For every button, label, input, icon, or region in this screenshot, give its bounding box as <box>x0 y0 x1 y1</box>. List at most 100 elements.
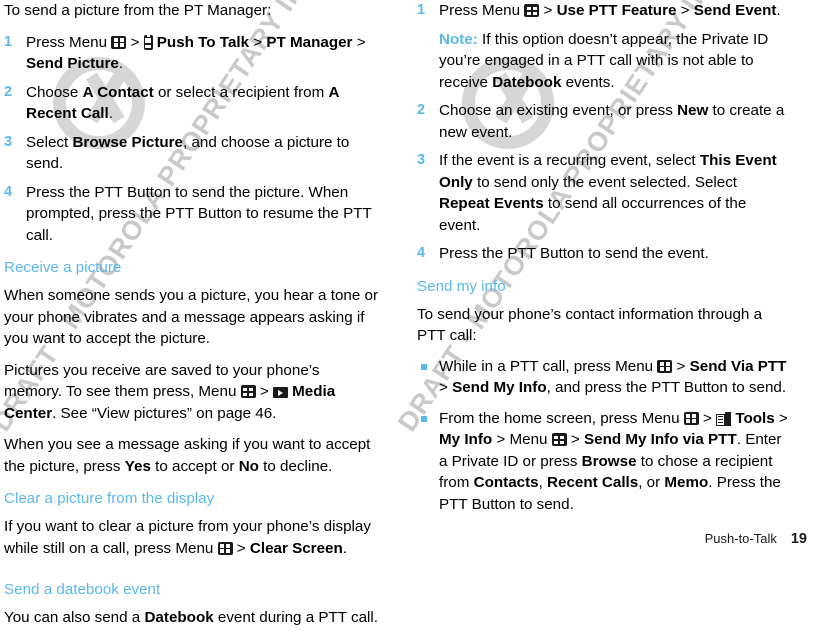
emphasis-text: Send My Info <box>452 379 547 396</box>
body-text: , or <box>638 474 665 491</box>
heading-receive-a-picture: Receive a picture <box>4 259 122 276</box>
body-text: > <box>774 409 788 427</box>
step-number: 4 <box>4 183 13 200</box>
tools-icon <box>716 411 732 426</box>
body-text: . <box>776 2 781 19</box>
body-text: > <box>352 33 366 51</box>
emphasis-text: A Contact <box>82 83 154 101</box>
emphasis-text: Yes <box>124 457 151 475</box>
bullet-marker <box>421 363 427 370</box>
numbered-step: 4 Press the PTT Button to send the pictur… <box>4 182 378 247</box>
menu-icon <box>111 35 127 49</box>
numbered-step: 3 If the event is a recurring event, sele… <box>417 150 791 236</box>
send-my-info-bullets: While in a PTT call, press Menu > Send V… <box>417 356 791 516</box>
receive-paragraph-1: When someone sends you a picture, you he… <box>4 287 379 347</box>
bullet-item: From the home screen, press Menu > Tools… <box>417 408 791 516</box>
body-text: > <box>566 431 584 448</box>
body-text: . <box>108 105 113 122</box>
emphasis-text: Contacts <box>473 474 539 491</box>
heading-send-my-info: Send my info <box>417 277 506 295</box>
body-text: > <box>539 2 557 19</box>
step-text: Choose an existing event, or press New t… <box>439 102 784 141</box>
bullet-item: While in a PTT call, press Menu > Send V… <box>417 356 791 399</box>
step-number: 3 <box>417 152 426 168</box>
footer-page-number: 19 <box>790 531 807 547</box>
push-to-talk-phone-icon <box>143 34 153 50</box>
step-number: 3 <box>4 133 13 150</box>
numbered-step: 2 Choose A Contact or select a recipient … <box>4 82 378 125</box>
body-text: From the home screen, press Menu <box>439 409 684 427</box>
right-column: 1 Press Menu > Use PTT Feature > Send Eve… <box>417 0 791 524</box>
right-steps-list: 1 Press Menu > Use PTT Feature > Send Eve… <box>417 0 791 265</box>
emphasis-text: Datebook <box>144 609 214 626</box>
emphasis-text: Browse <box>581 452 637 470</box>
body-text: to accept or <box>150 457 239 475</box>
page-footer: Push-to-Talk 19 <box>705 531 807 547</box>
bullet-text: While in a PTT call, press Menu > Send V… <box>439 358 786 397</box>
body-text: , <box>538 474 548 491</box>
emphasis-text: Clear Screen <box>249 539 343 557</box>
emphasis-text: New <box>677 102 709 119</box>
emphasis-text: Send Event <box>693 2 777 19</box>
receive-paragraph-3: When you see a message asking if you wan… <box>4 434 378 477</box>
emphasis-text: Send Via PTT <box>689 357 787 375</box>
emphasis-text: No <box>238 457 259 475</box>
body-text: > <box>232 539 250 557</box>
menu-icon <box>683 411 699 425</box>
body-text: . See “View pictures” on page 46. <box>52 404 277 422</box>
receive-paragraph-2: Pictures you receive are saved to your p… <box>4 360 378 425</box>
emphasis-text: Recent Calls <box>547 474 639 491</box>
heading-clear-a-picture: Clear a picture from the display <box>4 490 215 507</box>
step-text: Press the PTT Button to send the picture… <box>26 184 372 244</box>
body-text: Press the PTT Button to send the picture… <box>26 183 372 244</box>
numbered-step: 1 Press Menu > Use PTT Feature > Send Eve… <box>417 0 791 22</box>
body-text: events. <box>561 73 615 91</box>
emphasis-text: PT Manager <box>266 33 353 51</box>
body-text: to decline. <box>258 457 333 475</box>
emphasis-text: Send Picture <box>26 55 119 72</box>
step-number: 4 <box>417 245 426 261</box>
body-text: Press the PTT Button to send the event. <box>439 245 709 262</box>
emphasis-text: Send My Info via PTT <box>584 431 737 448</box>
footer-chapter-label: Push-to-Talk <box>704 531 777 546</box>
intro-paragraph: To send a picture from the PT Manager: <box>4 2 272 19</box>
body-text: Press Menu <box>439 2 525 19</box>
step-text: Press Menu > Push To Talk > PT Manager >… <box>26 34 366 73</box>
bullet-marker <box>421 415 427 422</box>
numbered-step: 1 Press Menu > Push To Talk > PT Manager … <box>4 32 378 75</box>
body-text: > <box>439 379 453 396</box>
menu-icon <box>551 433 567 446</box>
heading-send-a-datebook-event: Send a datebook event <box>4 581 161 598</box>
body-text: If the event is a recurring event, selec… <box>439 152 700 169</box>
body-text: While in a PTT call, press Menu <box>439 357 658 375</box>
numbered-step: 2 Choose an existing event, or press New … <box>417 100 791 143</box>
body-text: > <box>249 33 267 51</box>
step-number: 1 <box>4 33 13 50</box>
body-text: or select a recipient from <box>153 83 329 101</box>
emphasis-text: My Info <box>439 431 493 448</box>
body-text: > Menu <box>492 431 552 448</box>
step-note: Note: If this option doesn’t appear, the… <box>417 29 791 94</box>
body-text: Choose an existing event, or press <box>439 102 678 119</box>
body-text: > <box>698 409 717 427</box>
step-number: 2 <box>4 83 13 100</box>
step-text: Select Browse Picture, and choose a pict… <box>26 134 349 173</box>
emphasis-text: Repeat Events <box>439 195 544 212</box>
body-text: to send only the event selected. Select <box>472 173 738 191</box>
media-center-icon <box>272 387 288 398</box>
note-label: Note: <box>439 30 478 48</box>
bullet-text: From the home screen, press Menu > Tools… <box>439 410 788 513</box>
emphasis-text: Push To Talk <box>152 33 250 51</box>
body-text: You can also send a <box>4 609 145 626</box>
body-text: > <box>676 2 694 19</box>
body-text: Select <box>26 133 73 151</box>
emphasis-text: Tools <box>731 409 775 427</box>
body-text: , and press the PTT Button to send. <box>546 379 787 396</box>
step-text: Press Menu > Use PTT Feature > Send Even… <box>439 2 781 19</box>
menu-icon <box>240 385 256 398</box>
step-text: If the event is a recurring event, selec… <box>439 152 777 234</box>
left-steps-list: 1 Press Menu > Push To Talk > PT Manager … <box>4 32 378 247</box>
manual-page: To send a picture from the PT Manager: 1… <box>0 0 817 626</box>
clear-paragraph: If you want to clear a picture from your… <box>4 516 378 559</box>
emphasis-text: Datebook <box>492 73 562 91</box>
